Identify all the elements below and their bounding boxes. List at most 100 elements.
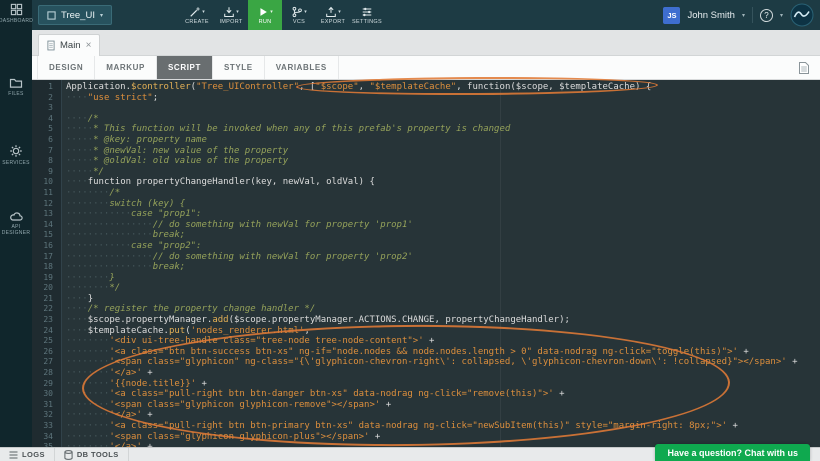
tab-style[interactable]: STYLE xyxy=(213,56,265,79)
close-icon[interactable]: × xyxy=(86,41,92,51)
code-line[interactable]: 26········'<a class="btn btn-success btn… xyxy=(32,347,820,358)
chevron-down-icon: ▾ xyxy=(100,12,103,19)
project-selector[interactable]: Tree_UI ▾ xyxy=(38,5,112,25)
branch-icon xyxy=(291,6,303,18)
code-line[interactable]: 34········'<span class="glyphicon glyphi… xyxy=(32,432,820,443)
sidebar-item-files[interactable]: FILES xyxy=(0,76,32,97)
toolbar-item-label: EXPORT xyxy=(321,19,345,25)
tab-variables[interactable]: VARIABLES xyxy=(265,56,339,79)
sidebar-item-label: DASHBOARD xyxy=(0,18,33,24)
code-line[interactable]: 20········*/ xyxy=(32,283,820,294)
code-line[interactable]: 8·····* @oldVal: old value of the proper… xyxy=(32,156,820,167)
toolbar-item-run[interactable]: ▾ RUN xyxy=(248,0,282,30)
line-number: 3 xyxy=(32,103,62,114)
code-line[interactable]: 2····"use strict"; xyxy=(32,93,820,104)
toolbar-item-import[interactable]: ▾ IMPORT xyxy=(214,0,248,30)
line-number: 18 xyxy=(32,262,62,273)
chevron-down-icon: ▾ xyxy=(236,9,239,15)
db-tools-button[interactable]: DB TOOLS xyxy=(55,448,129,461)
line-number: 10 xyxy=(32,177,62,188)
line-number: 30 xyxy=(32,389,62,400)
sliders-icon xyxy=(361,6,373,18)
file-format-button[interactable] xyxy=(798,56,810,79)
code-line[interactable]: 19········} xyxy=(32,273,820,284)
line-number: 25 xyxy=(32,336,62,347)
dashboard-grid-icon xyxy=(10,3,23,16)
logs-button[interactable]: LOGS xyxy=(0,448,55,461)
code-area[interactable]: 1Application.$controller("Tree_UIControl… xyxy=(32,80,820,447)
database-icon xyxy=(64,450,73,460)
wand-icon xyxy=(189,6,201,18)
code-line[interactable]: 33········'<a class="pull-right btn btn-… xyxy=(32,421,820,432)
chat-button[interactable]: Have a question? Chat with us xyxy=(655,444,810,461)
toolbar-item-label: SETTINGS xyxy=(352,19,382,25)
project-cube-icon xyxy=(47,11,56,20)
code-line[interactable]: 22····/* register the property change ha… xyxy=(32,304,820,315)
toolbar-item-vcs[interactable]: ▾ VCS xyxy=(282,0,316,30)
chevron-down-icon: ▾ xyxy=(338,9,341,15)
code-line[interactable]: 4····/* xyxy=(32,114,820,125)
line-number: 6 xyxy=(32,135,62,146)
code-line[interactable]: 12········switch (key) { xyxy=(32,199,820,210)
document-icon xyxy=(798,61,810,75)
user-menu[interactable]: John Smith xyxy=(687,10,735,21)
line-number: 4 xyxy=(32,114,62,125)
code-line[interactable]: 5·····* This function will be invoked wh… xyxy=(32,124,820,135)
code-line[interactable]: 9·····*/ xyxy=(32,167,820,178)
code-line[interactable]: 27········'<span class="glyphicon" ng-cl… xyxy=(32,357,820,368)
code-line[interactable]: 25········'<div ui-tree-handle class="tr… xyxy=(32,336,820,347)
code-line[interactable]: 30········'<a class="pull-right btn btn-… xyxy=(32,389,820,400)
code-line[interactable]: 21····} xyxy=(32,294,820,305)
code-line[interactable]: 11········/* xyxy=(32,188,820,199)
line-number: 28 xyxy=(32,368,62,379)
line-number: 27 xyxy=(32,357,62,368)
wavemaker-logo xyxy=(790,3,814,27)
tab-design[interactable]: DESIGN xyxy=(37,56,95,79)
line-number: 17 xyxy=(32,252,62,263)
code-line[interactable]: 1Application.$controller("Tree_UIControl… xyxy=(32,82,820,93)
import-icon xyxy=(223,6,235,18)
folder-icon xyxy=(9,76,23,89)
code-line[interactable]: 24····$templateCache.put('nodes_renderer… xyxy=(32,326,820,337)
sidebar-item-api-designer[interactable]: API DESIGNER xyxy=(0,210,32,236)
line-number: 23 xyxy=(32,315,62,326)
code-editor[interactable]: 1Application.$controller("Tree_UIControl… xyxy=(32,80,820,447)
tab-main[interactable]: Main × xyxy=(38,34,100,56)
toolbar-item-settings[interactable]: SETTINGS xyxy=(350,0,384,30)
line-number: 32 xyxy=(32,410,62,421)
code-line[interactable]: 29········'{{node.title}}' + xyxy=(32,379,820,390)
code-line[interactable]: 7·····* @newVal: new value of the proper… xyxy=(32,146,820,157)
code-line[interactable]: 18················break; xyxy=(32,262,820,273)
code-line[interactable]: 23····$scope.propertyManager.add($scope.… xyxy=(32,315,820,326)
help-button[interactable]: ? xyxy=(760,9,773,22)
tab-markup[interactable]: MARKUP xyxy=(95,56,157,79)
code-line[interactable]: 28········'</a>' + xyxy=(32,368,820,379)
toolbar-item-export[interactable]: ▾ EXPORT xyxy=(316,0,350,30)
code-line[interactable]: 32········'</a>' + xyxy=(32,410,820,421)
chevron-down-icon: ▾ xyxy=(742,12,745,19)
code-line[interactable]: 6·····* @key: property name xyxy=(32,135,820,146)
line-number: 34 xyxy=(32,432,62,443)
code-line[interactable]: 13············case "prop1": xyxy=(32,209,820,220)
code-line[interactable]: 15················break; xyxy=(32,230,820,241)
line-number: 16 xyxy=(32,241,62,252)
code-line[interactable]: 31········'<span class="glyphicon glyphi… xyxy=(32,400,820,411)
code-line[interactable]: 10····function propertyChangeHandler(key… xyxy=(32,177,820,188)
sidebar-item-dashboard[interactable]: DASHBOARD xyxy=(0,3,32,24)
code-line[interactable]: 3 xyxy=(32,103,820,114)
line-number: 5 xyxy=(32,124,62,135)
project-name: Tree_UI xyxy=(61,10,95,21)
line-number: 22 xyxy=(32,304,62,315)
toolbar-item-create[interactable]: ▾ CREATE xyxy=(180,0,214,30)
line-number: 31 xyxy=(32,400,62,411)
line-number: 26 xyxy=(32,347,62,358)
line-number: 33 xyxy=(32,421,62,432)
line-number: 15 xyxy=(32,230,62,241)
tab-script[interactable]: SCRIPT xyxy=(157,56,213,79)
code-line[interactable]: 17················// do something with n… xyxy=(32,252,820,263)
page-icon xyxy=(47,40,55,51)
sidebar-item-label: SERVICES xyxy=(2,160,30,166)
code-line[interactable]: 16············case "prop2": xyxy=(32,241,820,252)
code-line[interactable]: 14················// do something with n… xyxy=(32,220,820,231)
sidebar-item-services[interactable]: SERVICES xyxy=(0,144,32,166)
